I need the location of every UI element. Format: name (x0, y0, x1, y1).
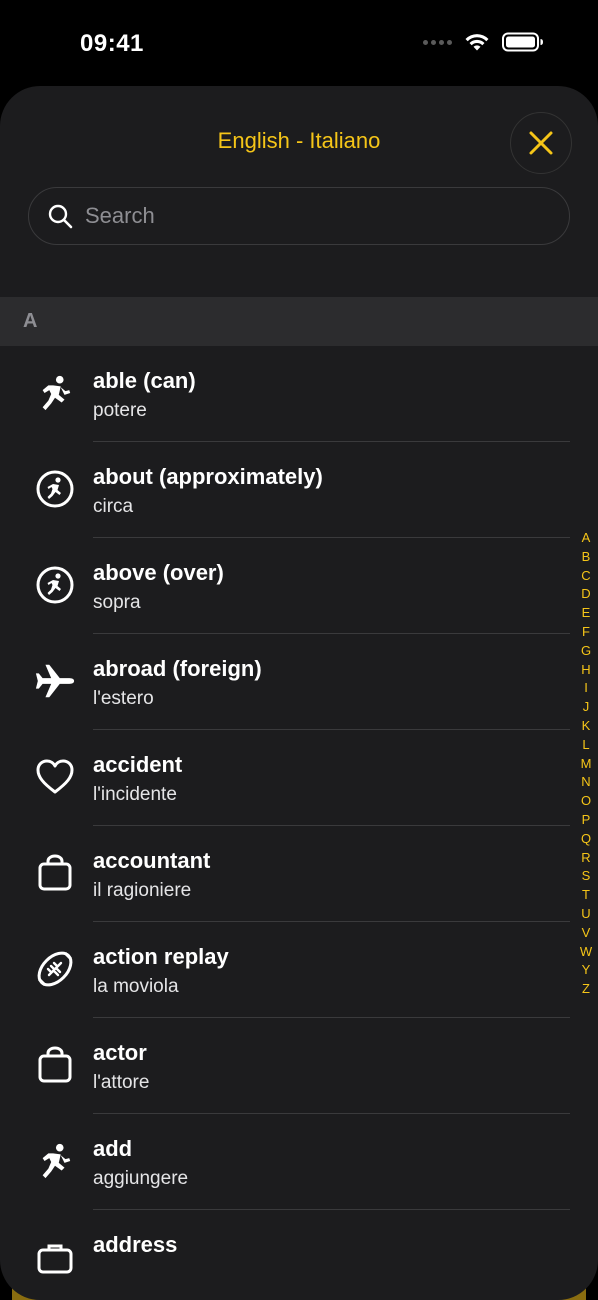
index-letter[interactable]: Z (582, 980, 590, 999)
list-item[interactable]: accident l'incidente (0, 730, 598, 826)
index-letter[interactable]: T (582, 886, 590, 905)
english-word: accident (93, 752, 183, 777)
list-item[interactable]: action replay la moviola (0, 922, 598, 1018)
status-time: 09:41 (80, 30, 144, 57)
wifi-icon (465, 34, 489, 51)
index-letter[interactable]: F (582, 623, 590, 642)
index-letter[interactable]: P (582, 811, 591, 830)
search-field[interactable]: Search (28, 187, 570, 245)
list-item[interactable]: abroad (foreign) l'estero (0, 634, 598, 730)
italian-translation: circa (93, 496, 134, 517)
english-word: accountant (93, 848, 211, 873)
index-letter[interactable]: G (581, 642, 591, 661)
english-word: add (93, 1136, 133, 1161)
status-bar: 09:41 (0, 0, 598, 88)
index-letter[interactable]: C (581, 567, 590, 586)
index-letter[interactable]: L (582, 736, 589, 755)
english-word: actor (93, 1040, 147, 1065)
signal-icon (423, 39, 452, 45)
italian-translation: aggiungere (93, 1168, 189, 1189)
italian-translation: potere (93, 400, 147, 421)
english-word: about (approximately) (93, 464, 323, 489)
italian-translation: l'incidente (93, 784, 177, 805)
list-item[interactable]: address (0, 1210, 598, 1300)
index-letter[interactable]: J (583, 698, 590, 717)
index-letter[interactable]: N (581, 773, 590, 792)
index-letter[interactable]: W (580, 943, 592, 962)
index-letter[interactable]: E (582, 604, 591, 623)
football-icon (34, 948, 76, 990)
index-letter[interactable]: D (581, 585, 590, 604)
alphabet-index[interactable]: ABCDEFGHIJKLMNOPQRSTUVWYZ (579, 529, 593, 999)
index-letter[interactable]: U (581, 905, 590, 924)
page-title: English - Italiano (217, 128, 381, 153)
index-letter[interactable]: V (582, 924, 591, 943)
status-icons (423, 32, 544, 52)
index-letter[interactable]: M (581, 755, 592, 774)
section-header: A (0, 297, 598, 346)
search-placeholder: Search (85, 203, 155, 228)
index-letter[interactable]: I (584, 679, 588, 698)
index-letter[interactable]: S (582, 867, 591, 886)
bag-icon (34, 852, 76, 894)
running-person-circle-icon (34, 564, 76, 606)
heart-icon (34, 756, 76, 798)
index-letter[interactable]: H (581, 661, 590, 680)
english-word: above (over) (93, 560, 224, 585)
dictionary-sheet: English - Italiano Search A able (can) po… (0, 86, 598, 1300)
index-letter[interactable]: O (581, 792, 591, 811)
english-word: able (can) (93, 368, 196, 393)
index-letter[interactable]: Q (581, 830, 591, 849)
running-person-icon (34, 372, 76, 414)
list-item[interactable]: able (can) potere (0, 346, 598, 442)
search-icon (48, 204, 73, 229)
word-list: able (can) potere about (approximately) cir… (0, 346, 598, 1300)
list-item[interactable]: accountant il ragioniere (0, 826, 598, 922)
index-letter[interactable]: K (582, 717, 591, 736)
list-item[interactable]: add aggiungere (0, 1114, 598, 1210)
italian-translation: sopra (93, 592, 141, 613)
airplane-icon (34, 660, 76, 702)
italian-translation: il ragioniere (93, 880, 192, 901)
battery-icon (502, 32, 543, 52)
list-item[interactable]: actor l'attore (0, 1018, 598, 1114)
italian-translation: l'estero (93, 688, 154, 709)
bag-icon (34, 1044, 76, 1086)
running-person-circle-icon (34, 468, 76, 510)
english-word: action replay (93, 944, 229, 969)
index-letter[interactable]: Y (582, 961, 591, 980)
english-word: abroad (foreign) (93, 656, 262, 681)
italian-translation: l'attore (93, 1072, 150, 1093)
index-letter[interactable]: B (582, 548, 591, 567)
index-letter[interactable]: A (582, 529, 591, 548)
index-letter[interactable]: R (581, 849, 590, 868)
list-item[interactable]: about (approximately) circa (0, 442, 598, 538)
close-button[interactable] (510, 112, 572, 174)
english-word: address (93, 1232, 178, 1257)
running-person-icon (34, 1140, 76, 1182)
close-icon (529, 131, 553, 155)
briefcase-icon (34, 1236, 76, 1278)
list-item[interactable]: above (over) sopra (0, 538, 598, 634)
italian-translation: la moviola (93, 976, 179, 997)
